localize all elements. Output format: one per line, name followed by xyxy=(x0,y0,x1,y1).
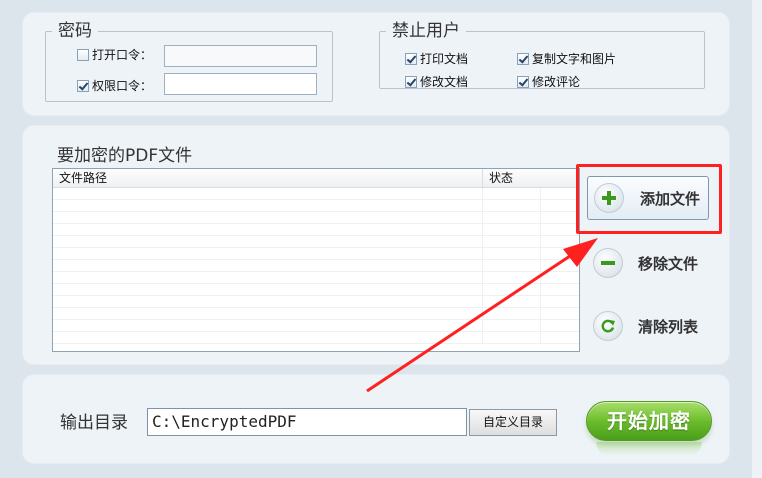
add-file-button[interactable]: 添加文件 xyxy=(587,176,709,220)
add-file-label: 添加文件 xyxy=(640,189,701,208)
empty-row xyxy=(53,332,579,344)
empty-row xyxy=(53,212,579,224)
password-group-legend: 密码 xyxy=(58,21,92,41)
empty-row xyxy=(53,296,579,308)
remove-file-label: 移除文件 xyxy=(638,254,699,273)
start-button-reflection xyxy=(596,442,702,456)
permission-password-checkbox[interactable] xyxy=(77,79,89,92)
clear-list-button[interactable]: 清除列表 xyxy=(593,311,698,341)
open-password-label: 打开口令： xyxy=(92,48,153,62)
empty-row xyxy=(53,272,579,284)
modify-doc-checkbox[interactable] xyxy=(405,75,417,88)
restrict-option[interactable]: 打印文档 xyxy=(405,50,468,67)
permission-password-input[interactable] xyxy=(164,73,317,95)
custom-dir-button[interactable]: 自定义目录 xyxy=(469,409,557,436)
copy-checkbox[interactable] xyxy=(517,52,529,65)
restrict-option[interactable]: 复制文字和图片 xyxy=(517,50,616,67)
permission-password-label: 权限口令： xyxy=(92,79,153,93)
permission-password-row: 权限口令： xyxy=(77,77,152,94)
empty-row xyxy=(53,284,579,296)
column-header-status[interactable]: 状态 xyxy=(483,169,579,187)
modify-comment-checkbox[interactable] xyxy=(517,75,529,88)
restrict-option[interactable]: 修改评论 xyxy=(517,73,580,90)
output-dir-input[interactable]: C:\EncryptedPDF xyxy=(147,408,467,436)
column-header-path[interactable]: 文件路径 xyxy=(53,169,483,187)
settings-panel: 密码 禁止用户 xyxy=(22,12,730,116)
file-list[interactable]: 文件路径 状态 xyxy=(52,168,580,352)
open-password-row: 打开口令： xyxy=(77,46,152,63)
print-checkbox[interactable] xyxy=(405,52,417,65)
modify-doc-label: 修改文档 xyxy=(420,75,469,89)
empty-row xyxy=(53,236,579,248)
empty-row xyxy=(53,200,579,212)
window-edge xyxy=(752,0,762,478)
copy-label: 复制文字和图片 xyxy=(532,52,617,66)
plus-icon xyxy=(594,183,624,213)
remove-file-button[interactable]: 移除文件 xyxy=(593,248,698,278)
empty-row xyxy=(53,224,579,236)
empty-row xyxy=(53,260,579,272)
refresh-icon xyxy=(593,311,623,341)
start-encrypt-button[interactable]: 开始加密 xyxy=(586,401,712,441)
restrict-option[interactable]: 修改文档 xyxy=(405,73,468,90)
restrict-group-legend: 禁止用户 xyxy=(392,21,460,41)
open-password-input[interactable] xyxy=(164,45,317,67)
file-list-header: 文件路径 状态 xyxy=(53,169,579,188)
empty-row xyxy=(53,248,579,260)
empty-row xyxy=(53,308,579,320)
open-password-checkbox[interactable] xyxy=(77,48,89,61)
output-dir-label: 输出目录 xyxy=(60,413,128,433)
minus-icon xyxy=(593,248,623,278)
empty-row xyxy=(53,320,579,332)
clear-list-label: 清除列表 xyxy=(638,317,699,336)
file-section-title: 要加密的PDF文件 xyxy=(57,146,193,166)
file-list-body xyxy=(53,188,579,344)
modify-comment-label: 修改评论 xyxy=(532,75,581,89)
empty-row xyxy=(53,188,579,200)
print-label: 打印文档 xyxy=(420,52,469,66)
